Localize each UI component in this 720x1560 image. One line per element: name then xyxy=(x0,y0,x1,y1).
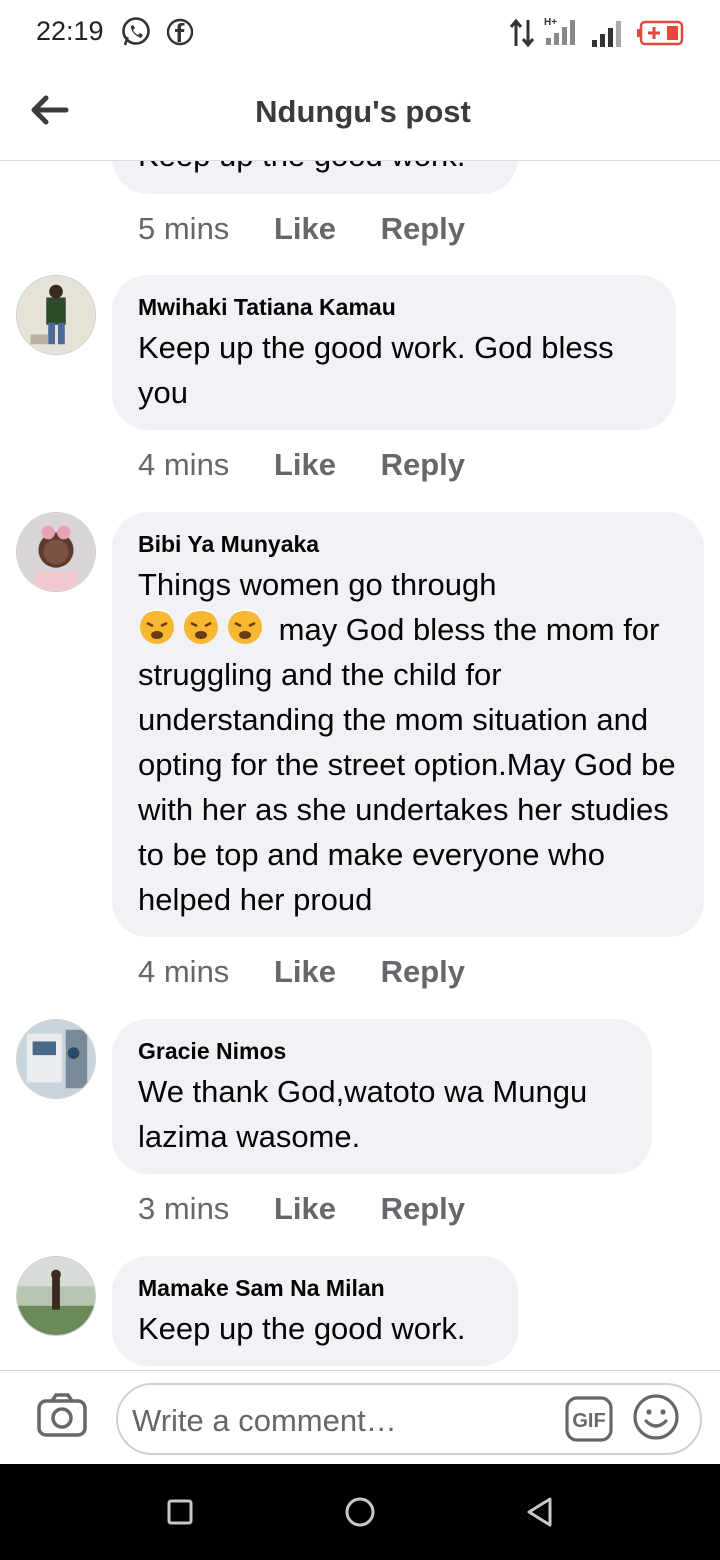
comment-meta: 3 mins Like Reply xyxy=(138,1191,501,1227)
comment-time: 4 mins xyxy=(138,954,230,989)
comment-bubble: Bibi Ya Munyaka Things women go through xyxy=(112,512,704,937)
weary-face-icon xyxy=(140,609,174,644)
comment-meta: 4 mins Like Reply xyxy=(138,447,501,483)
weary-face-icon xyxy=(184,609,218,644)
battery-charging-icon xyxy=(637,20,684,46)
data-transfer-icon xyxy=(509,18,535,48)
gif-label: GIF xyxy=(572,1410,605,1432)
comment-input[interactable]: Write a comment… GIF xyxy=(116,1383,702,1455)
reply-button[interactable]: Reply xyxy=(381,447,465,483)
signal-strength-icon: H+ xyxy=(544,17,575,45)
reply-button[interactable]: Reply xyxy=(381,211,465,247)
recents-icon[interactable] xyxy=(160,1492,200,1532)
like-button[interactable]: Like xyxy=(274,211,336,247)
comment-input-placeholder: Write a comment… xyxy=(132,1403,397,1438)
comment-bubble: Mamake Sam Na Milan Keep up the good wor… xyxy=(112,1256,518,1366)
comment-time: 5 mins xyxy=(138,211,230,246)
reply-button[interactable]: Reply xyxy=(381,1191,465,1227)
emoji-group xyxy=(138,609,279,647)
like-button[interactable]: Like xyxy=(274,954,336,990)
app-header: Ndungu's post xyxy=(0,66,720,161)
gif-icon[interactable]: GIF xyxy=(564,1395,614,1443)
comment-author[interactable]: Mamake Sam Na Milan xyxy=(138,1274,492,1302)
signal-strength-2-icon xyxy=(592,21,621,47)
comment-text: Keep up the good work. xyxy=(138,161,492,178)
comment-author[interactable]: Bibi Ya Munyaka xyxy=(138,530,678,558)
whatsapp-icon xyxy=(122,17,150,46)
comment-text: Keep up the good work. God bless you xyxy=(138,330,614,410)
comment-feed[interactable]: Keep up the good work. 5 mins Like Reply… xyxy=(0,161,720,1370)
comment-time: 4 mins xyxy=(138,447,230,482)
comment-meta: 4 mins Like Reply xyxy=(138,954,501,990)
avatar[interactable] xyxy=(16,1019,96,1099)
comment-text-rest: may God bless the mom for struggling and… xyxy=(138,612,676,917)
comment-composer: Write a comment… GIF xyxy=(0,1370,720,1464)
home-icon[interactable] xyxy=(340,1492,380,1532)
system-nav-bar xyxy=(0,1464,720,1560)
avatar[interactable] xyxy=(16,1256,96,1336)
comment-meta: 5 mins Like Reply xyxy=(138,211,501,247)
comment-bubble: Mwihaki Tatiana Kamau Keep up the good w… xyxy=(112,275,676,430)
weary-face-icon xyxy=(228,609,262,644)
status-bar: 22:19 H+ xyxy=(0,0,720,66)
page-title: Ndungu's post xyxy=(255,94,471,129)
comment-text: Keep up the good work. xyxy=(138,1311,466,1346)
emoji-icon[interactable] xyxy=(632,1393,680,1441)
comment-time: 3 mins xyxy=(138,1191,230,1226)
comment-text: Things women go through may God bless th… xyxy=(138,562,678,922)
comment-text-line: Things women go through xyxy=(138,567,497,602)
avatar[interactable] xyxy=(16,275,96,355)
back-nav-icon[interactable] xyxy=(520,1492,560,1532)
network-type-label: H+ xyxy=(544,17,557,28)
camera-icon[interactable] xyxy=(36,1391,88,1439)
like-button[interactable]: Like xyxy=(274,1191,336,1227)
reply-button[interactable]: Reply xyxy=(381,954,465,990)
like-button[interactable]: Like xyxy=(274,447,336,483)
status-time: 22:19 xyxy=(36,16,104,46)
comment-bubble: Gracie Nimos We thank God,watoto wa Mung… xyxy=(112,1019,652,1174)
facebook-icon xyxy=(166,18,194,46)
avatar[interactable] xyxy=(16,512,96,592)
comment-author[interactable]: Mwihaki Tatiana Kamau xyxy=(138,293,650,321)
comment-author[interactable]: Gracie Nimos xyxy=(138,1037,626,1065)
comment-text: We thank God,watoto wa Mungu lazima waso… xyxy=(138,1074,588,1154)
comment-bubble: Keep up the good work. xyxy=(112,161,518,194)
